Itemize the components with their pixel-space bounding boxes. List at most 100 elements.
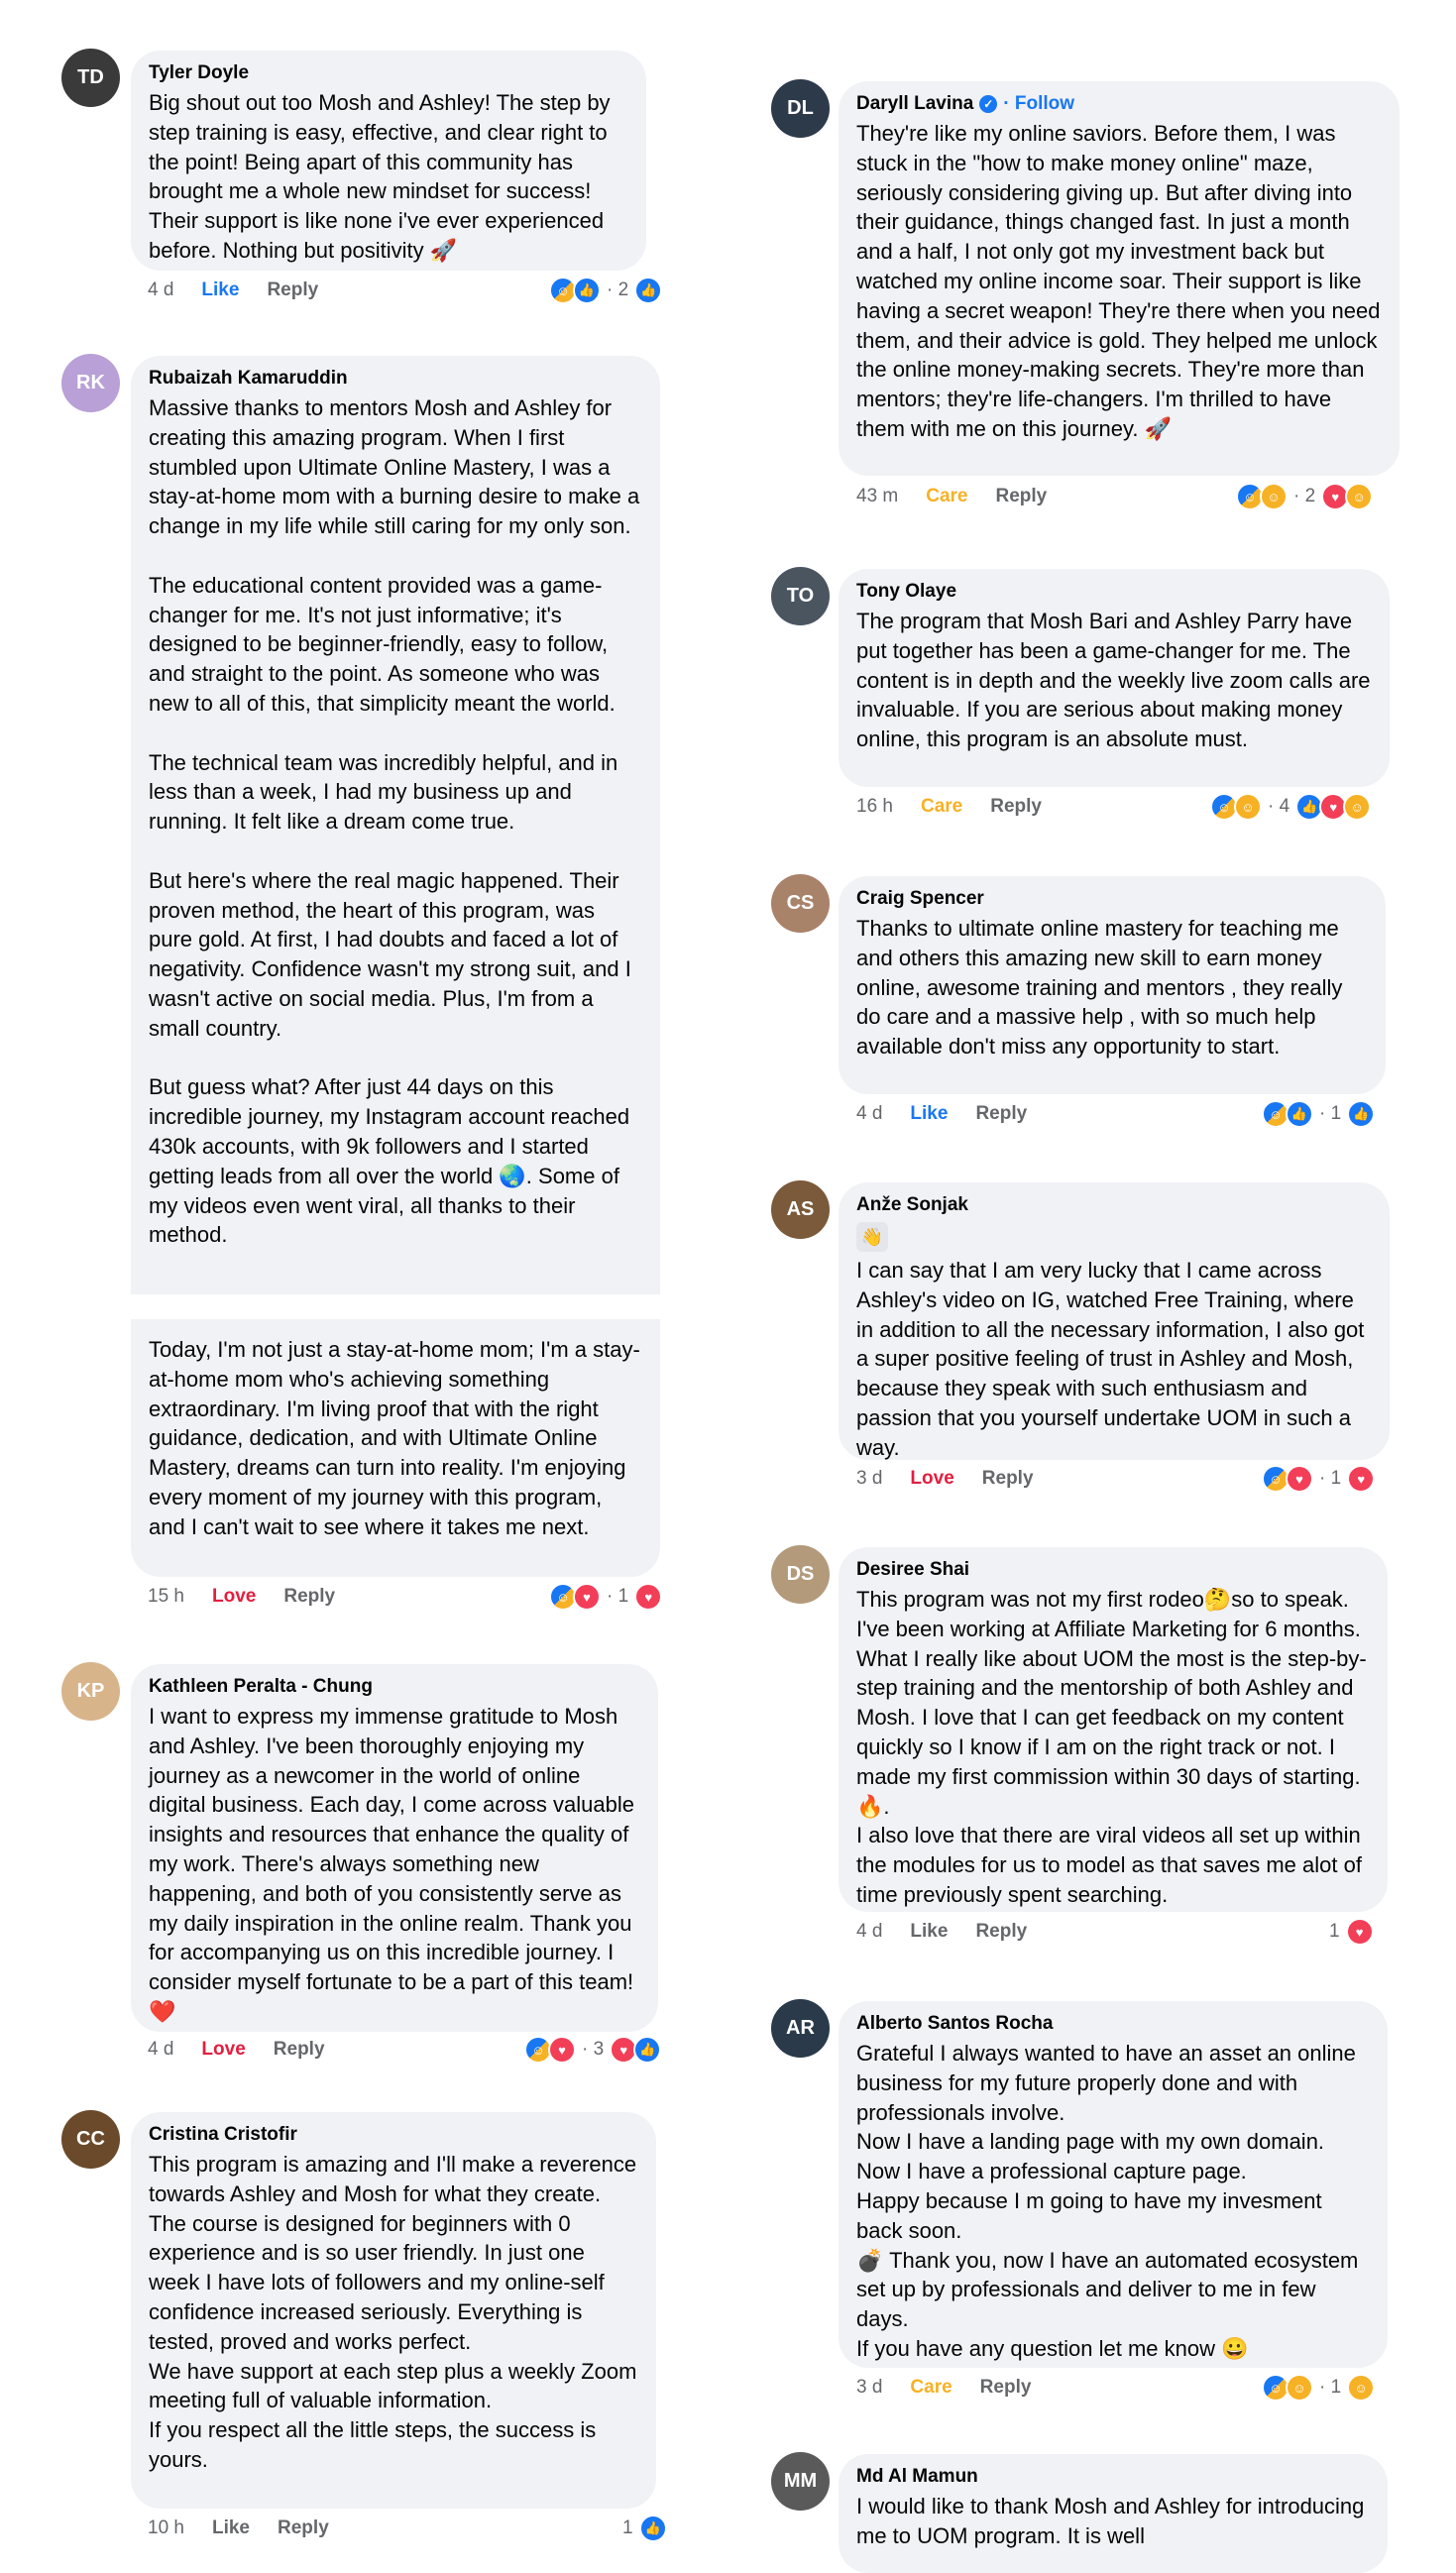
love-button[interactable]: Love bbox=[201, 2039, 245, 2061]
comment-actions: 3 d Love Reply bbox=[856, 1464, 1062, 1494]
reply-button[interactable]: Reply bbox=[975, 1921, 1027, 1943]
avatar[interactable]: RK bbox=[61, 354, 120, 412]
love-reaction-icon: ♥ bbox=[1345, 1918, 1374, 1946]
avatar[interactable]: AS bbox=[771, 1180, 830, 1239]
care-button[interactable]: Care bbox=[926, 486, 967, 507]
reply-button[interactable]: Reply bbox=[975, 1103, 1027, 1125]
care-reaction-icon: ☺ bbox=[1343, 793, 1372, 821]
reaction-summary[interactable]: ☺ ♥ · 1 ♥ bbox=[549, 1582, 663, 1612]
comment-time[interactable]: 3 d bbox=[856, 1468, 882, 1490]
care-button[interactable]: Care bbox=[921, 796, 962, 818]
reaction-count: · 1 bbox=[607, 1586, 629, 1607]
love-button[interactable]: Love bbox=[212, 1586, 256, 1608]
reply-button[interactable]: Reply bbox=[980, 2377, 1032, 2399]
love-reaction-icon: ♥ bbox=[548, 2036, 576, 2064]
comment-text: Grateful I always wanted to have an asse… bbox=[856, 2041, 1359, 2361]
reaction-summary[interactable]: 1 ♥ bbox=[1325, 1917, 1374, 1947]
comment-text: I want to express my immense gratitude t… bbox=[149, 1704, 634, 2024]
comment-time[interactable]: 15 h bbox=[148, 1586, 184, 1608]
commenter-name[interactable]: Daryll Lavina bbox=[856, 89, 973, 119]
comment-time[interactable]: 16 h bbox=[856, 796, 893, 818]
verified-badge-icon: ✓ bbox=[979, 95, 998, 113]
commenter-name[interactable]: Desiree Shai bbox=[856, 1555, 1370, 1585]
reaction-summary[interactable]: ☺ ♥ · 3 ♥ 👍 bbox=[524, 2035, 662, 2065]
comment-time[interactable]: 4 d bbox=[148, 2039, 173, 2061]
comment-time[interactable]: 43 m bbox=[856, 486, 898, 507]
reaction-count: · 2 bbox=[1293, 486, 1316, 506]
commenter-name[interactable]: Md Al Mamun bbox=[856, 2462, 1370, 2492]
commenter-name[interactable]: Rubaizah Kamaruddin bbox=[149, 364, 642, 393]
reply-button[interactable]: Reply bbox=[283, 1586, 335, 1608]
comment-text: Thanks to ultimate online mastery for te… bbox=[856, 916, 1343, 1060]
reaction-count: · 1 bbox=[1319, 1468, 1342, 1489]
comment-bubble: Daryll Lavina ✓ · Follow They're like my… bbox=[839, 81, 1400, 476]
avatar[interactable]: CC bbox=[61, 2110, 120, 2169]
comment-bubble: Alberto Santos Rocha Grateful I always w… bbox=[839, 2001, 1388, 2368]
comment-actions: 4 d Love Reply bbox=[148, 2035, 353, 2065]
comment-text: They're like my online saviors. Before t… bbox=[856, 121, 1381, 441]
like-button[interactable]: Like bbox=[212, 2517, 250, 2539]
like-reaction-icon: 👍 bbox=[638, 2515, 667, 2542]
avatar[interactable]: AR bbox=[771, 1999, 830, 2058]
comment-bubble-continued: Today, I'm not just a stay-at-home mom; … bbox=[131, 1319, 660, 1577]
waving-hand-icon: 👋 bbox=[856, 1222, 888, 1252]
reply-button[interactable]: Reply bbox=[996, 486, 1048, 507]
reply-button[interactable]: Reply bbox=[278, 2517, 329, 2539]
like-reaction-icon: 👍 bbox=[573, 277, 601, 304]
reply-button[interactable]: Reply bbox=[982, 1468, 1034, 1490]
reply-button[interactable]: Reply bbox=[274, 2039, 325, 2061]
comment-actions: 4 d Like Reply bbox=[148, 276, 346, 305]
comment-time[interactable]: 10 h bbox=[148, 2517, 184, 2539]
reaction-summary[interactable]: ☺ 👍 · 2 👍 bbox=[549, 276, 663, 305]
love-button[interactable]: Love bbox=[910, 1468, 953, 1490]
comment-time[interactable]: 4 d bbox=[856, 1103, 882, 1125]
reaction-summary[interactable]: ☺ 👍 · 1 👍 bbox=[1262, 1099, 1376, 1129]
commenter-name[interactable]: Kathleen Peralta - Chung bbox=[149, 1672, 640, 1702]
avatar[interactable]: CS bbox=[771, 874, 830, 933]
comment-actions: 16 h Care Reply bbox=[856, 792, 1069, 822]
commenter-name[interactable]: Cristina Cristofir bbox=[149, 2120, 638, 2150]
care-reaction-icon: ☺ bbox=[1345, 483, 1374, 510]
commenter-name[interactable]: Tyler Doyle bbox=[149, 58, 628, 88]
reply-button[interactable]: Reply bbox=[267, 280, 318, 301]
comment-time[interactable]: 4 d bbox=[148, 280, 173, 301]
avatar[interactable]: MM bbox=[771, 2452, 830, 2511]
like-button[interactable]: Like bbox=[910, 1921, 948, 1943]
comment-bubble: Kathleen Peralta - Chung I want to expre… bbox=[131, 1664, 658, 2032]
comment-text: Today, I'm not just a stay-at-home mom; … bbox=[149, 1337, 640, 1539]
comment-time[interactable]: 4 d bbox=[856, 1921, 882, 1943]
reaction-count: · 1 bbox=[1319, 2377, 1342, 2398]
love-reaction-icon: ♥ bbox=[573, 1583, 601, 1611]
comment-text: This program is amazing and I'll make a … bbox=[149, 2152, 637, 2472]
reaction-summary[interactable]: ☺ ☺ · 1 ☺ bbox=[1262, 2373, 1376, 2403]
avatar[interactable]: DS bbox=[771, 1545, 830, 1604]
avatar[interactable]: DL bbox=[771, 79, 830, 138]
care-button[interactable]: Care bbox=[910, 2377, 952, 2399]
reaction-summary[interactable]: 1 👍 bbox=[618, 2514, 667, 2543]
reaction-count: · 2 bbox=[607, 280, 629, 300]
commenter-name[interactable]: Craig Spencer bbox=[856, 884, 1368, 914]
reaction-count: 1 bbox=[622, 2517, 633, 2538]
avatar[interactable]: KP bbox=[61, 1662, 120, 1721]
commenter-name[interactable]: Anže Sonjak bbox=[856, 1190, 1372, 1220]
reaction-summary[interactable]: ☺ ☺ · 4 👍 ♥ ☺ bbox=[1210, 792, 1372, 822]
reaction-summary[interactable]: ☺ ☺ · 2 ♥ ☺ bbox=[1236, 482, 1374, 511]
avatar[interactable]: TD bbox=[61, 49, 120, 107]
comment-text: I would like to thank Mosh and Ashley fo… bbox=[856, 2494, 1365, 2548]
like-button[interactable]: Like bbox=[910, 1103, 948, 1125]
reaction-count: · 1 bbox=[1319, 1103, 1342, 1124]
comment-text: Massive thanks to mentors Mosh and Ashle… bbox=[149, 395, 640, 1248]
avatar[interactable]: TO bbox=[771, 567, 830, 625]
comment-bubble: Rubaizah Kamaruddin Massive thanks to me… bbox=[131, 356, 660, 1294]
follow-button[interactable]: · Follow bbox=[1003, 89, 1074, 119]
comment-time[interactable]: 3 d bbox=[856, 2377, 882, 2399]
commenter-name[interactable]: Tony Olaye bbox=[856, 577, 1372, 607]
care-reaction-icon: ☺ bbox=[1286, 2374, 1313, 2402]
comment-text: The program that Mosh Bari and Ashley Pa… bbox=[856, 609, 1371, 752]
love-reaction-icon: ♥ bbox=[1347, 1465, 1376, 1493]
reply-button[interactable]: Reply bbox=[990, 796, 1042, 818]
commenter-name[interactable]: Alberto Santos Rocha bbox=[856, 2009, 1370, 2039]
like-button[interactable]: Like bbox=[201, 280, 239, 301]
reaction-summary[interactable]: ☺ ♥ · 1 ♥ bbox=[1262, 1464, 1376, 1494]
comment-actions: 4 d Like Reply bbox=[856, 1917, 1055, 1947]
